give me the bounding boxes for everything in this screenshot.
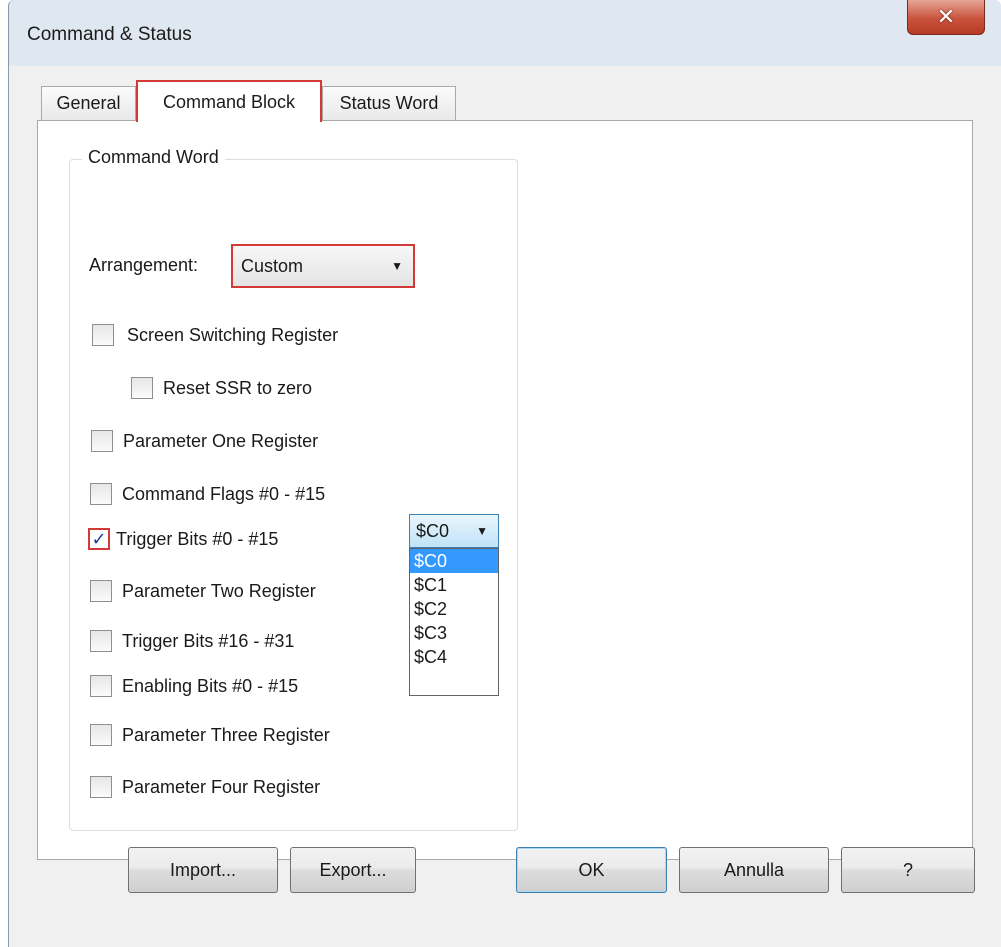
ok-button-label: OK	[578, 859, 605, 880]
checkbox-row-command-flags[interactable]: Command Flags #0 - #15	[90, 483, 325, 505]
checkbox-trigger-bits-0-15[interactable]: ✓	[88, 528, 110, 550]
import-button[interactable]: Import...	[128, 847, 278, 893]
group-title: Command Word	[82, 147, 225, 168]
chevron-down-icon: ▼	[391, 259, 403, 273]
arrangement-select[interactable]: Custom ▼	[231, 244, 415, 288]
tab-command-block[interactable]: Command Block	[136, 80, 322, 122]
cancel-button-label: Annulla	[723, 859, 785, 880]
checkbox-param-three[interactable]	[90, 724, 112, 746]
checkbox-row-trigger-bits-0-15[interactable]: ✓ Trigger Bits #0 - #15	[88, 528, 278, 550]
checkbox-row-param-two[interactable]: Parameter Two Register	[90, 580, 316, 602]
arrangement-value: Custom	[241, 255, 304, 276]
checkbox-row-reset-ssr[interactable]: Reset SSR to zero	[131, 377, 312, 399]
trigger-select-value: $C0	[416, 520, 450, 541]
help-button[interactable]: ?	[841, 847, 975, 893]
close-button[interactable]: ✕	[907, 0, 985, 35]
checkbox-label: Reset SSR to zero	[163, 377, 313, 398]
checkbox-row-param-three[interactable]: Parameter Three Register	[90, 724, 330, 746]
checkbox-param-one[interactable]	[91, 430, 113, 452]
close-icon: ✕	[936, 4, 956, 29]
arrangement-label: Arrangement:	[89, 255, 199, 275]
checkbox-enabling-bits[interactable]	[90, 675, 112, 697]
checkbox-trigger-bits-16-31[interactable]	[90, 630, 112, 652]
chevron-down-icon: ▼	[476, 524, 488, 538]
checkbox-param-four[interactable]	[90, 776, 112, 798]
dropdown-option-c4[interactable]: $C4	[410, 645, 498, 669]
checkbox-param-two[interactable]	[90, 580, 112, 602]
trigger-bits-select[interactable]: $C0 ▼	[409, 514, 499, 548]
help-button-label: ?	[902, 859, 913, 880]
checkbox-row-param-four[interactable]: Parameter Four Register	[90, 776, 320, 798]
dropdown-option-c3[interactable]: $C3	[410, 621, 498, 645]
tab-general[interactable]: General	[41, 86, 136, 120]
trigger-select-dropdown: $C0 $C1 $C2 $C3 $C4	[409, 548, 499, 696]
ok-button[interactable]: OK	[516, 847, 667, 893]
import-button-label: Import...	[169, 859, 236, 880]
window-title: Command & Status	[27, 24, 192, 45]
checkbox-row-screen-switching[interactable]: Screen Switching Register	[92, 324, 338, 346]
checkbox-label: Parameter Three Register	[122, 724, 330, 745]
checkbox-row-trigger-bits-16-31[interactable]: Trigger Bits #16 - #31	[90, 630, 294, 652]
checkbox-screen-switching[interactable]	[92, 324, 114, 346]
tab-status-word[interactable]: Status Word	[322, 86, 456, 120]
checkbox-label: Screen Switching Register	[127, 324, 339, 345]
checkbox-label: Parameter Four Register	[122, 776, 321, 797]
checkmark-icon: ✓	[91, 529, 107, 549]
tab-status-word-label: Status Word	[339, 93, 439, 113]
checkbox-reset-ssr[interactable]	[131, 377, 153, 399]
checkbox-label: Enabling Bits #0 - #15	[122, 675, 299, 696]
checkbox-label: Parameter One Register	[123, 430, 319, 451]
checkbox-command-flags[interactable]	[90, 483, 112, 505]
checkbox-label: Parameter Two Register	[122, 580, 316, 601]
export-button[interactable]: Export...	[290, 847, 416, 893]
dropdown-option-c0[interactable]: $C0	[410, 549, 498, 573]
checkbox-label: Trigger Bits #0 - #15	[116, 528, 279, 549]
tab-page-command-block: Command Word Arrangement: Custom ▼ Scree…	[37, 120, 973, 860]
dialog-client: General Command Block Status Word Comman…	[9, 66, 1001, 947]
tab-command-block-label: Command Block	[162, 91, 296, 112]
dropdown-option-c1[interactable]: $C1	[410, 573, 498, 597]
dropdown-option-c2[interactable]: $C2	[410, 597, 498, 621]
cancel-button[interactable]: Annulla	[679, 847, 829, 893]
tab-general-label: General	[56, 93, 121, 113]
dialog-window: Command & Status ✕ General Command Block…	[8, 0, 1001, 947]
export-button-label: Export...	[319, 859, 387, 880]
checkbox-row-param-one[interactable]: Parameter One Register	[91, 430, 318, 452]
checkbox-row-enabling-bits[interactable]: Enabling Bits #0 - #15	[90, 675, 298, 697]
title-bar[interactable]: Command & Status ✕	[9, 0, 1001, 66]
checkbox-label: Trigger Bits #16 - #31	[122, 630, 295, 651]
checkbox-label: Command Flags #0 - #15	[122, 483, 326, 504]
